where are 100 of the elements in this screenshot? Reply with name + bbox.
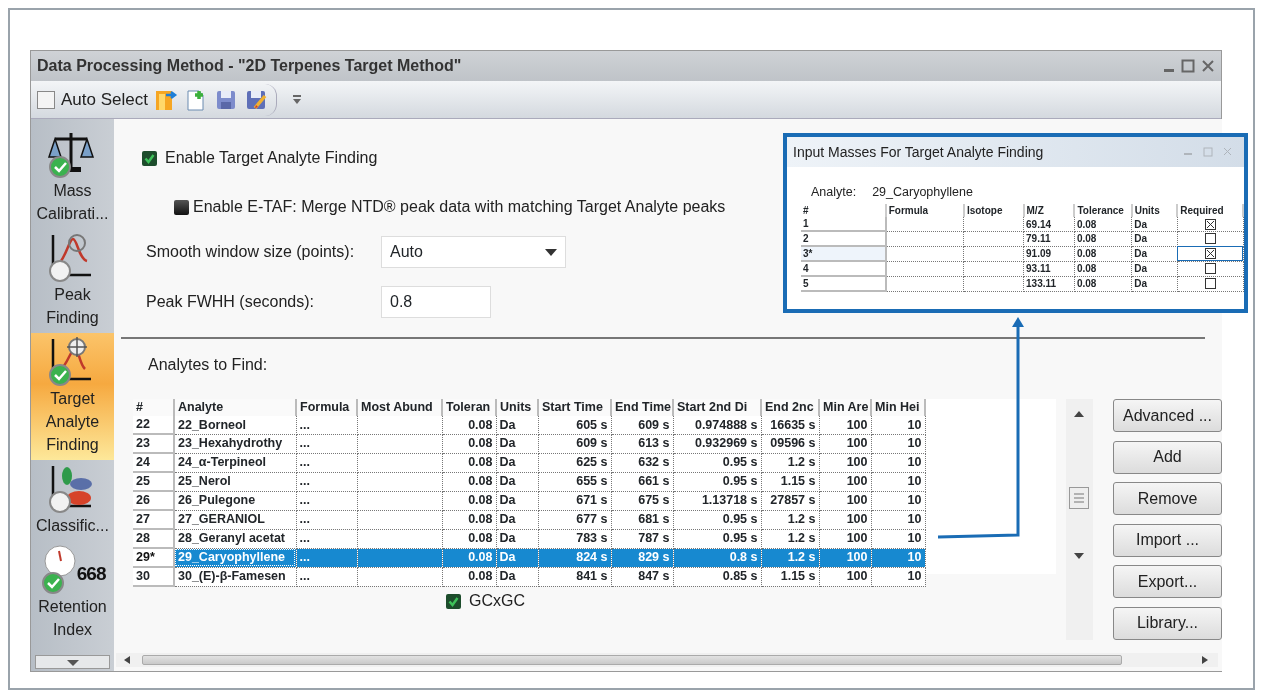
checkbox-label: GCxGC [469, 591, 525, 611]
table-cell: 609 s [538, 434, 611, 454]
table-cell: ... [296, 529, 357, 549]
column-header[interactable]: Toleran [442, 399, 496, 417]
table-cell: 605 s [538, 416, 611, 435]
column-header[interactable]: Formula [296, 399, 357, 417]
column-header[interactable]: Most Abund [357, 399, 442, 417]
table-cell: 0.08 [1074, 217, 1132, 232]
table-cell: 91.09 [1023, 246, 1075, 262]
table-cell: 625 s [538, 453, 611, 473]
down-arrow-icon [65, 659, 80, 667]
table-cell: 0.08 [442, 416, 496, 435]
row-header[interactable]: 4 [801, 261, 886, 277]
table-cell: Da [1131, 231, 1178, 247]
dialog-button[interactable]: Import ... [1113, 523, 1222, 557]
table-cell: 609 s [611, 416, 673, 435]
sidebar-item[interactable]: Target Analyte Finding [31, 333, 114, 460]
table-cell: 133.11 [1023, 276, 1075, 292]
column-header[interactable]: Formula [885, 203, 964, 218]
dialog-button[interactable]: Export... [1113, 565, 1222, 598]
window-title: Input Masses For Target Analyte Finding [793, 142, 1044, 162]
table-cell: 16635 s [761, 416, 819, 435]
table-cell: Da [1131, 261, 1178, 277]
table-cell: ... [296, 491, 357, 511]
table-cell: 10 [871, 416, 925, 435]
table-cell: ... [296, 548, 357, 568]
table-cell: 841 s [538, 567, 611, 587]
checkbox[interactable] [1204, 278, 1216, 290]
row-header[interactable]: 5 [801, 276, 886, 292]
analyte-label: Analyte: [811, 184, 857, 201]
scroll-left-icon[interactable] [124, 656, 130, 664]
column-header[interactable]: Min Hei [871, 399, 925, 417]
peak-fwhh-field[interactable]: 0.8 [381, 286, 491, 318]
scroll-up-icon[interactable] [1074, 411, 1084, 417]
column-header[interactable]: Tolerance [1074, 203, 1132, 218]
column-header[interactable]: Isotope [963, 203, 1024, 218]
scroll-down-icon[interactable] [1074, 553, 1084, 559]
table-cell: ... [296, 416, 357, 435]
auto-select-checkbox[interactable] [37, 90, 55, 109]
column-header[interactable]: # [133, 399, 174, 417]
table-cell: 0.08 [1074, 246, 1132, 262]
dialog-button[interactable]: Advanced ... [1113, 399, 1222, 432]
checkbox-label: Enable Target Analyte Finding [165, 148, 378, 168]
table-cell: 0.08 [1074, 276, 1132, 292]
auto-select-label: Auto Select [61, 88, 148, 111]
table-cell: ... [296, 472, 357, 492]
checkbox[interactable] [142, 150, 157, 166]
vertical-scrollbar[interactable] [1066, 399, 1093, 640]
scroll-right-icon[interactable] [1202, 656, 1208, 664]
sidebar-item[interactable]: Peak Finding [31, 229, 114, 333]
sidebar-item[interactable]: 668 Retention Index [31, 541, 114, 645]
checkbox[interactable] [1204, 248, 1216, 260]
section-title: Analytes to Find: [148, 355, 268, 375]
table-cell: 0.08 [1074, 231, 1132, 247]
table-cell: ... [296, 567, 357, 587]
row-header[interactable]: 22 [133, 416, 174, 435]
dialog-button[interactable]: Add [1113, 440, 1222, 474]
column-header[interactable]: Analyte [174, 399, 296, 417]
table-cell: 93.11 [1023, 261, 1075, 277]
analyte-name: 29_Caryophyllene [872, 184, 973, 201]
checkbox[interactable] [1204, 233, 1216, 245]
scroll-thumb[interactable] [142, 655, 1122, 665]
column-header[interactable]: End 2nc [761, 399, 819, 417]
table-cell: 677 s [538, 510, 611, 530]
dialog-button[interactable]: Remove [1113, 482, 1222, 515]
table-cell: 0.974888 s [673, 416, 761, 435]
field-label: Peak FWHH (seconds): [146, 292, 316, 312]
table-cell: 671 s [538, 491, 611, 511]
sidebar-item[interactable]: Classific... [31, 460, 114, 541]
sidebar-scroll-button[interactable] [35, 655, 110, 669]
table-cell: ... [296, 434, 357, 454]
column-header[interactable]: M/Z [1023, 203, 1075, 218]
column-header[interactable]: End Time [611, 399, 673, 417]
scroll-thumb[interactable] [1069, 487, 1089, 509]
table-cell: 0.08 [1074, 261, 1132, 277]
row-header[interactable]: 1 [801, 217, 886, 232]
smooth-window-dropdown[interactable]: Auto [381, 236, 566, 268]
column-header[interactable]: # [801, 203, 886, 218]
table-cell: 783 s [538, 529, 611, 549]
checkbox[interactable] [446, 593, 461, 609]
table-cell: 69.14 [1023, 217, 1075, 232]
column-header[interactable]: Start 2nd Di [673, 399, 761, 417]
column-header[interactable]: Units [496, 399, 538, 417]
maximize-icon[interactable] [1181, 59, 1195, 73]
sidebar-item[interactable]: Mass Calibrati... [31, 125, 114, 229]
horizontal-scrollbar[interactable] [116, 653, 1218, 667]
checkbox[interactable] [1204, 218, 1216, 230]
close-icon[interactable] [1201, 59, 1215, 73]
table-cell: 22_Borneol [174, 416, 296, 435]
checkbox[interactable] [1204, 263, 1216, 275]
column-header[interactable]: Units [1131, 203, 1178, 218]
dropdown-caret-icon [545, 248, 557, 256]
checkbox[interactable] [174, 199, 189, 215]
column-header[interactable]: Min Are [819, 399, 871, 417]
table-cell: Da [1131, 246, 1178, 262]
column-header[interactable]: Required [1177, 203, 1243, 218]
dialog-button[interactable]: Library... [1113, 606, 1222, 640]
table-cell: Da [1131, 217, 1178, 232]
column-header[interactable]: Start Time [538, 399, 611, 417]
table-cell: 824 s [538, 548, 611, 568]
